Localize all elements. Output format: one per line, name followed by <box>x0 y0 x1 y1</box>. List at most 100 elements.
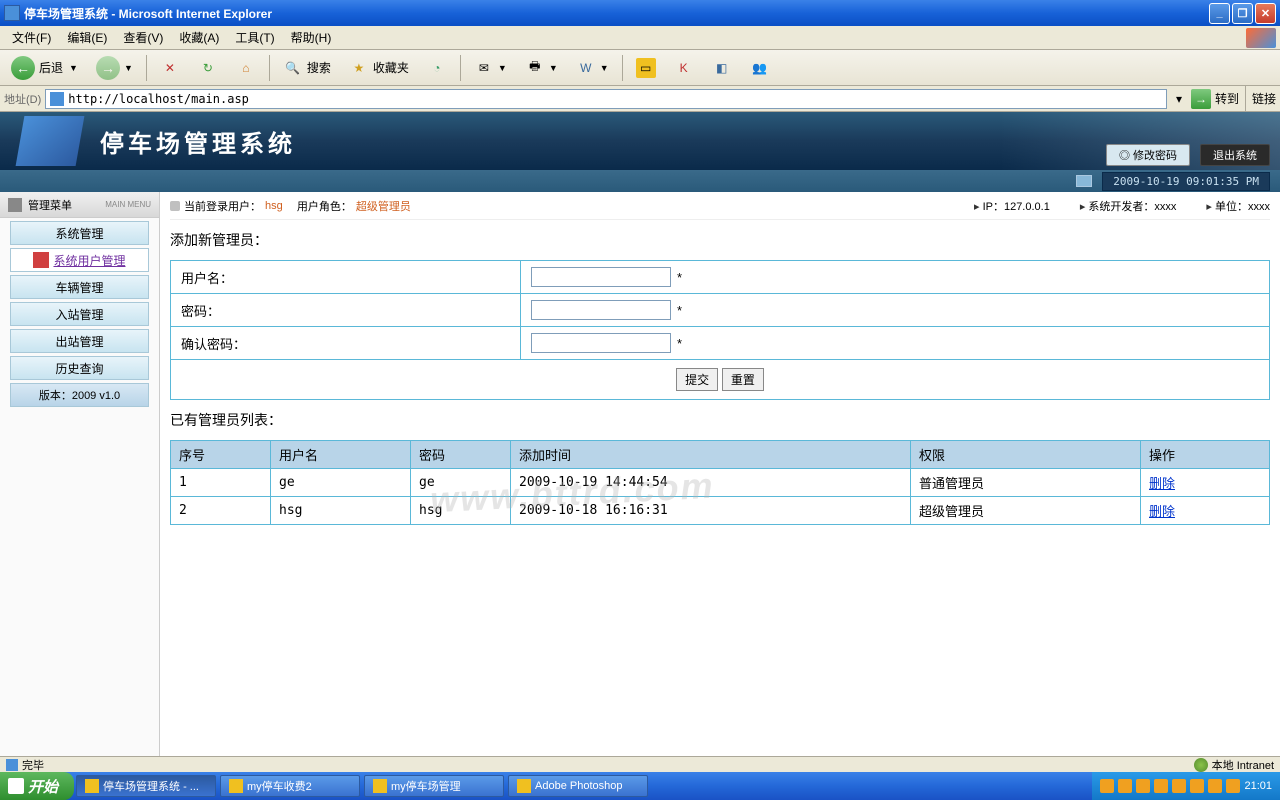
extra1-button[interactable]: ▭ <box>629 55 663 81</box>
page-icon <box>50 92 64 106</box>
history-button[interactable]: ◔ <box>420 55 454 81</box>
menu-view[interactable]: 查看(V) <box>115 27 171 48</box>
status-done: 完毕 <box>22 757 44 773</box>
task-ie[interactable]: 停车场管理系统 - ... <box>76 775 216 797</box>
tray-icon[interactable] <box>1100 779 1114 793</box>
menu-tools[interactable]: 工具(T) <box>227 27 282 48</box>
sidebar-item-history[interactable]: 历史查询 <box>10 356 149 380</box>
mail-button[interactable]: ✉▼ <box>467 55 514 81</box>
sidebar-item-system[interactable]: 系统管理 <box>10 221 149 245</box>
tray-icon[interactable] <box>1190 779 1204 793</box>
sidebar-version: 版本：2009 v1.0 <box>10 383 149 407</box>
th-seq: 序号 <box>171 441 271 469</box>
maximize-button[interactable]: ❐ <box>1232 3 1253 24</box>
start-button[interactable]: 开始 <box>0 772 74 800</box>
app-content: 停车场管理系统 ◎ 修改密码 退出系统 2009-10-19 09:01:35 … <box>0 112 1280 756</box>
user-icon <box>33 252 49 268</box>
task-icon <box>373 779 387 793</box>
back-button[interactable]: ←后退▼ <box>4 53 85 83</box>
change-password-button[interactable]: ◎ 修改密码 <box>1106 144 1190 166</box>
go-button[interactable]: → <box>1191 89 1211 109</box>
username-label: 用户名： <box>171 261 521 294</box>
sidebar-item-entry[interactable]: 入站管理 <box>10 302 149 326</box>
status-row: 当前登录用户：hsg 用户角色：超级管理员 IP：127.0.0.1 系统开发者… <box>170 192 1270 220</box>
zone-icon <box>1194 758 1208 772</box>
address-label: 地址(D) <box>4 91 41 107</box>
home-button[interactable]: ⌂ <box>229 55 263 81</box>
favorites-button[interactable]: ★收藏夹 <box>342 55 416 81</box>
menu-favorites[interactable]: 收藏(A) <box>171 27 227 48</box>
ie-status-bar: 完毕 本地 Intranet <box>0 756 1280 772</box>
tray-icon[interactable] <box>1136 779 1150 793</box>
confirm-label: 确认密码： <box>171 327 521 360</box>
tray-icon[interactable] <box>1154 779 1168 793</box>
confirm-input[interactable] <box>531 333 671 353</box>
app-header: 停车场管理系统 ◎ 修改密码 退出系统 <box>0 112 1280 170</box>
th-time: 添加时间 <box>511 441 911 469</box>
close-button[interactable]: ✕ <box>1255 3 1276 24</box>
refresh-button[interactable]: ↻ <box>191 55 225 81</box>
menu-edit[interactable]: 编辑(E) <box>59 27 115 48</box>
task-icon <box>517 779 531 793</box>
ie-logo-icon <box>1246 28 1276 48</box>
submit-button[interactable]: 提交 <box>676 368 718 391</box>
clock: 21:01 <box>1244 780 1272 792</box>
app-logo-icon <box>16 116 85 166</box>
add-admin-form: 用户名：* 密码：* 确认密码：* 提交 重置 <box>170 260 1270 400</box>
address-url: http://localhost/main.asp <box>68 92 249 106</box>
toolbar: ←后退▼ →▼ ✕ ↻ ⌂ 🔍搜索 ★收藏夹 ◔ ✉▼ 🖶▼ W▼ ▭ K ◧ … <box>0 50 1280 86</box>
extra2-button[interactable]: K <box>667 55 701 81</box>
th-op: 操作 <box>1141 441 1270 469</box>
minimize-button[interactable]: _ <box>1209 3 1230 24</box>
app-infobar: 2009-10-19 09:01:35 PM <box>0 170 1280 192</box>
status-dot-icon <box>170 201 180 211</box>
delete-link[interactable]: 删除 <box>1141 469 1270 497</box>
forward-button[interactable]: →▼ <box>89 53 140 83</box>
task-folder2[interactable]: my停车场管理 <box>364 775 504 797</box>
sidebar-item-vehicle[interactable]: 车辆管理 <box>10 275 149 299</box>
tray-icon[interactable] <box>1118 779 1132 793</box>
task-photoshop[interactable]: Adobe Photoshop <box>508 775 648 797</box>
sidebar-item-exit[interactable]: 出站管理 <box>10 329 149 353</box>
monitor-icon <box>1076 175 1092 187</box>
address-dropdown[interactable]: ▾ <box>1171 92 1187 106</box>
reset-button[interactable]: 重置 <box>722 368 764 391</box>
address-bar: 地址(D) http://localhost/main.asp ▾ → 转到 链… <box>0 86 1280 112</box>
window-title: 停车场管理系统 - Microsoft Internet Explorer <box>24 5 1209 22</box>
list-title: 已有管理员列表： <box>170 410 1270 430</box>
logout-button[interactable]: 退出系统 <box>1200 144 1270 166</box>
th-pwd: 密码 <box>411 441 511 469</box>
taskbar: 开始 停车场管理系统 - ... my停车收费2 my停车场管理 Adobe P… <box>0 772 1280 800</box>
stop-button[interactable]: ✕ <box>153 55 187 81</box>
menu-icon <box>8 198 22 212</box>
username-input[interactable] <box>531 267 671 287</box>
tray-icon[interactable] <box>1226 779 1240 793</box>
window-titlebar: 停车场管理系统 - Microsoft Internet Explorer _ … <box>0 0 1280 26</box>
edit-button[interactable]: W▼ <box>569 55 616 81</box>
address-input[interactable]: http://localhost/main.asp <box>45 89 1167 109</box>
go-label[interactable]: 转到 <box>1215 90 1239 107</box>
menu-help[interactable]: 帮助(H) <box>283 27 340 48</box>
main-content: 当前登录用户：hsg 用户角色：超级管理员 IP：127.0.0.1 系统开发者… <box>160 192 1280 756</box>
task-folder1[interactable]: my停车收费2 <box>220 775 360 797</box>
admin-list-table: 序号 用户名 密码 添加时间 权限 操作 1 ge ge 2009-10-19 … <box>170 440 1270 525</box>
sidebar: 管理菜单 MAIN MENU 系统管理 系统用户管理 车辆管理 入站管理 出站管… <box>0 192 160 756</box>
links-label[interactable]: 链接 <box>1252 90 1276 107</box>
sidebar-item-user-mgmt[interactable]: 系统用户管理 <box>10 248 149 272</box>
menu-file[interactable]: 文件(F) <box>4 27 59 48</box>
search-button[interactable]: 🔍搜索 <box>276 55 338 81</box>
table-row: 1 ge ge 2009-10-19 14:44:54 普通管理员 删除 <box>171 469 1270 497</box>
tray-icon[interactable] <box>1208 779 1222 793</box>
app-title: 停车场管理系统 <box>100 124 296 159</box>
sidebar-title: 管理菜单 MAIN MENU <box>0 192 159 218</box>
table-row: 2 hsg hsg 2009-10-18 16:16:31 超级管理员 删除 <box>171 497 1270 525</box>
messenger-button[interactable]: 👥 <box>743 55 777 81</box>
print-button[interactable]: 🖶▼ <box>518 55 565 81</box>
th-user: 用户名 <box>271 441 411 469</box>
delete-link[interactable]: 删除 <box>1141 497 1270 525</box>
task-icon <box>229 779 243 793</box>
system-tray[interactable]: 21:01 <box>1092 772 1280 800</box>
tray-icon[interactable] <box>1172 779 1186 793</box>
extra3-button[interactable]: ◧ <box>705 55 739 81</box>
password-input[interactable] <box>531 300 671 320</box>
